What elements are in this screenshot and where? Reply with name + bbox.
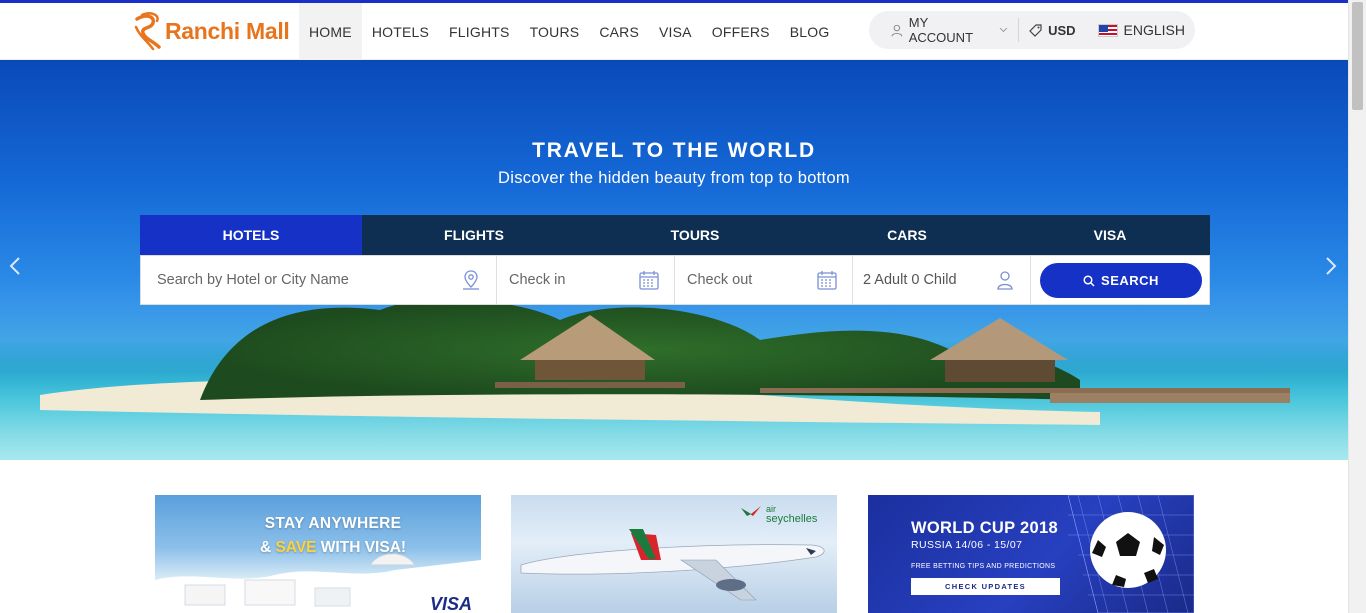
currency-selector[interactable]: USD <box>1019 11 1085 49</box>
user-icon <box>997 271 1013 290</box>
nav-item-tours[interactable]: TOURS <box>520 3 590 60</box>
language-label: ENGLISH <box>1123 22 1185 38</box>
search-tabs: HOTELS FLIGHTS TOURS CARS VISA <box>140 215 1210 255</box>
search-icon <box>1083 274 1095 287</box>
checkout-input[interactable] <box>687 272 816 288</box>
my-account-label: MY ACCOUNT <box>908 15 974 45</box>
calendar-icon[interactable] <box>638 269 660 291</box>
tab-flights[interactable]: FLIGHTS <box>362 215 586 255</box>
chevron-left-icon <box>9 257 20 275</box>
world-cup-dates: RUSSIA 14/06 - 15/07 <box>911 539 1023 551</box>
tab-hotels[interactable]: HOTELS <box>140 215 362 255</box>
hero-title: TRAVEL TO THE WORLD <box>532 139 816 162</box>
slider-next-button[interactable] <box>1324 256 1338 282</box>
visa-logo: VISA <box>430 594 473 613</box>
guests-field[interactable]: 2 Adult 0 Child <box>853 256 1031 304</box>
tag-icon <box>1029 23 1042 37</box>
checkout-field <box>675 256 853 304</box>
map-pin-icon <box>463 270 479 290</box>
slider-prev-button[interactable] <box>8 256 22 282</box>
promo-visa-line2: & SAVE WITH VISA! <box>259 539 407 556</box>
promo-visa-line1: STAY ANYWHERE <box>264 515 402 532</box>
currency-label: USD <box>1048 22 1076 38</box>
us-flag-icon <box>1097 23 1118 37</box>
checkin-input[interactable] <box>509 272 638 288</box>
world-cup-tips: FREE BETTING TIPS AND PREDICTIONS <box>911 563 1056 570</box>
account-bar: MY ACCOUNT USD ENGLISH <box>869 11 1195 49</box>
football-net-image <box>1068 495 1194 613</box>
checkin-field <box>497 256 675 304</box>
logo-mark-icon <box>134 12 161 51</box>
tab-cars[interactable]: CARS <box>804 215 1010 255</box>
location-input[interactable] <box>157 272 460 288</box>
nav-item-home[interactable]: HOME <box>299 3 362 60</box>
location-field <box>141 256 497 304</box>
nav-item-flights[interactable]: FLIGHTS <box>439 3 520 60</box>
nav-item-offers[interactable]: OFFERS <box>702 3 780 60</box>
calendar-icon[interactable] <box>816 269 838 291</box>
tab-tours[interactable]: TOURS <box>586 215 804 255</box>
page-scrollbar[interactable] <box>1348 0 1366 613</box>
chevron-down-icon <box>999 27 1008 33</box>
hero-banner: TRAVEL TO THE WORLD Discover the hidden … <box>0 60 1348 460</box>
site-header: Ranchi Mall HOME HOTELS FLIGHTS TOURS CA… <box>0 3 1348 60</box>
nav-item-hotels[interactable]: HOTELS <box>362 3 439 60</box>
nav-item-cars[interactable]: CARS <box>589 3 649 60</box>
promo-card-air-seychelles[interactable]: air seychelles <box>511 495 837 613</box>
nav-item-visa[interactable]: VISA <box>649 3 702 60</box>
nav-item-blog[interactable]: BLOG <box>780 3 840 60</box>
search-button-label: SEARCH <box>1101 273 1159 288</box>
scrollbar-thumb[interactable] <box>1352 2 1363 110</box>
hero-subtitle: Discover the hidden beauty from top to b… <box>498 169 850 187</box>
main-nav: HOME HOTELS FLIGHTS TOURS CARS VISA OFFE… <box>299 3 839 60</box>
check-updates-button[interactable]: CHECK UPDATES <box>911 578 1060 595</box>
language-selector[interactable]: ENGLISH <box>1086 11 1195 49</box>
logo-text: Ranchi Mall <box>165 17 290 44</box>
guests-value: 2 Adult 0 Child <box>863 272 957 288</box>
airplane-image <box>520 529 825 601</box>
island-scene-image <box>0 300 1348 460</box>
promo-card-visa[interactable]: STAY ANYWHERE & SAVE WITH VISA! VISA <box>155 495 481 613</box>
promo-card-world-cup[interactable]: WORLD CUP 2018 RUSSIA 14/06 - 15/07 FREE… <box>868 495 1194 613</box>
site-logo[interactable]: Ranchi Mall <box>133 9 290 53</box>
tab-visa[interactable]: VISA <box>1010 215 1210 255</box>
user-icon <box>891 24 903 37</box>
chevron-right-icon <box>1326 257 1337 275</box>
world-cup-title: WORLD CUP 2018 <box>911 519 1058 537</box>
search-button[interactable]: SEARCH <box>1040 263 1202 298</box>
my-account-menu[interactable]: MY ACCOUNT <box>869 11 1018 49</box>
hotel-search-form: 2 Adult 0 Child SEARCH <box>140 255 1210 305</box>
